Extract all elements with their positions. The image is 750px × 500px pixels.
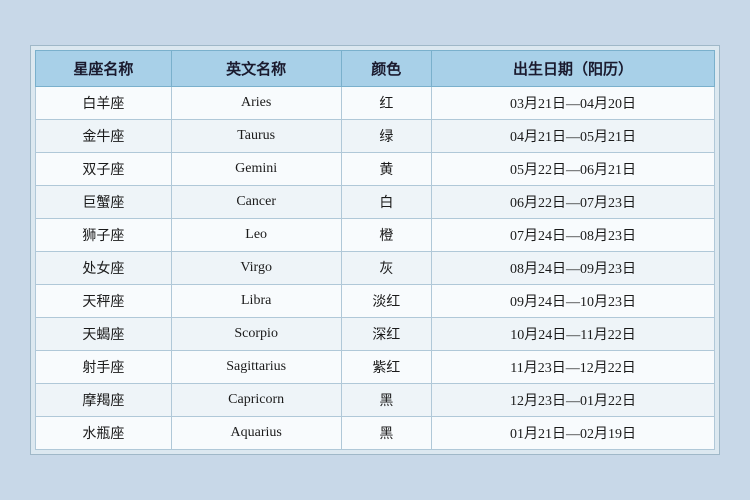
cell-date: 09月24日—10月23日 [432, 285, 715, 318]
cell-english: Aquarius [171, 417, 341, 450]
cell-date: 12月23日—01月22日 [432, 384, 715, 417]
table-row: 射手座Sagittarius紫红11月23日—12月22日 [36, 351, 715, 384]
cell-english: Leo [171, 219, 341, 252]
cell-color: 绿 [341, 120, 432, 153]
table-row: 狮子座Leo橙07月24日—08月23日 [36, 219, 715, 252]
zodiac-table: 星座名称 英文名称 颜色 出生日期（阳历） 白羊座Aries红03月21日—04… [35, 50, 715, 450]
table-header-row: 星座名称 英文名称 颜色 出生日期（阳历） [36, 51, 715, 87]
cell-english: Cancer [171, 186, 341, 219]
cell-color: 红 [341, 87, 432, 120]
cell-color: 黑 [341, 384, 432, 417]
cell-date: 11月23日—12月22日 [432, 351, 715, 384]
cell-color: 白 [341, 186, 432, 219]
cell-chinese: 天秤座 [36, 285, 172, 318]
cell-english: Virgo [171, 252, 341, 285]
cell-color: 灰 [341, 252, 432, 285]
cell-english: Scorpio [171, 318, 341, 351]
table-row: 巨蟹座Cancer白06月22日—07月23日 [36, 186, 715, 219]
header-chinese: 星座名称 [36, 51, 172, 87]
cell-chinese: 巨蟹座 [36, 186, 172, 219]
table-row: 天蝎座Scorpio深红10月24日—11月22日 [36, 318, 715, 351]
cell-date: 01月21日—02月19日 [432, 417, 715, 450]
cell-date: 06月22日—07月23日 [432, 186, 715, 219]
cell-english: Libra [171, 285, 341, 318]
cell-date: 08月24日—09月23日 [432, 252, 715, 285]
cell-color: 淡红 [341, 285, 432, 318]
header-color: 颜色 [341, 51, 432, 87]
cell-date: 07月24日—08月23日 [432, 219, 715, 252]
cell-color: 深红 [341, 318, 432, 351]
table-row: 双子座Gemini黄05月22日—06月21日 [36, 153, 715, 186]
cell-chinese: 天蝎座 [36, 318, 172, 351]
cell-chinese: 金牛座 [36, 120, 172, 153]
cell-chinese: 摩羯座 [36, 384, 172, 417]
cell-chinese: 狮子座 [36, 219, 172, 252]
cell-chinese: 白羊座 [36, 87, 172, 120]
cell-color: 紫红 [341, 351, 432, 384]
cell-chinese: 双子座 [36, 153, 172, 186]
cell-english: Taurus [171, 120, 341, 153]
table-row: 金牛座Taurus绿04月21日—05月21日 [36, 120, 715, 153]
table-row: 水瓶座Aquarius黑01月21日—02月19日 [36, 417, 715, 450]
cell-chinese: 水瓶座 [36, 417, 172, 450]
cell-chinese: 射手座 [36, 351, 172, 384]
table-row: 白羊座Aries红03月21日—04月20日 [36, 87, 715, 120]
cell-english: Capricorn [171, 384, 341, 417]
cell-english: Aries [171, 87, 341, 120]
header-english: 英文名称 [171, 51, 341, 87]
cell-date: 04月21日—05月21日 [432, 120, 715, 153]
header-date: 出生日期（阳历） [432, 51, 715, 87]
table-row: 摩羯座Capricorn黑12月23日—01月22日 [36, 384, 715, 417]
cell-color: 黄 [341, 153, 432, 186]
cell-english: Gemini [171, 153, 341, 186]
cell-english: Sagittarius [171, 351, 341, 384]
cell-date: 03月21日—04月20日 [432, 87, 715, 120]
table-row: 天秤座Libra淡红09月24日—10月23日 [36, 285, 715, 318]
cell-chinese: 处女座 [36, 252, 172, 285]
cell-date: 10月24日—11月22日 [432, 318, 715, 351]
cell-color: 黑 [341, 417, 432, 450]
cell-date: 05月22日—06月21日 [432, 153, 715, 186]
zodiac-table-container: 星座名称 英文名称 颜色 出生日期（阳历） 白羊座Aries红03月21日—04… [30, 45, 720, 455]
cell-color: 橙 [341, 219, 432, 252]
table-row: 处女座Virgo灰08月24日—09月23日 [36, 252, 715, 285]
